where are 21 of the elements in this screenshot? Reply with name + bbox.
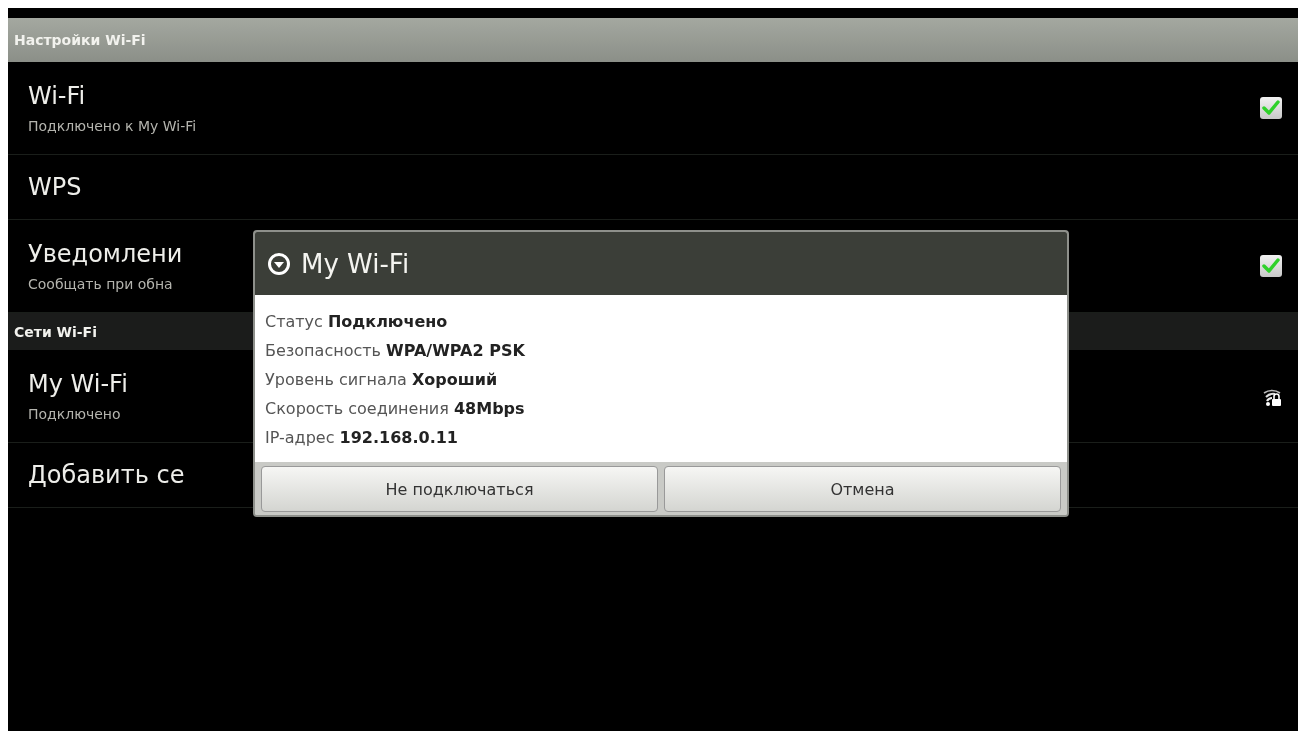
setting-title: Wi-Fi [28, 82, 87, 110]
section-title: Настройки Wi-Fi [14, 32, 146, 48]
setting-title: Добавить се [28, 461, 185, 489]
detail-line: Уровень сигнала Хороший [265, 369, 499, 390]
dialog-button[interactable]: Не подключаться [261, 466, 658, 512]
detail-line: Статус Подключено [265, 311, 449, 332]
checkbox[interactable] [1260, 255, 1282, 277]
checkbox[interactable] [1260, 97, 1282, 119]
detail-line: IP-адрес 192.168.0.11 [265, 427, 459, 448]
detail-line: Скорость соединения 48Mbps [265, 398, 526, 419]
dialog-title: My Wi-Fi [301, 248, 410, 279]
section-title: Сети Wi-Fi [14, 323, 97, 340]
setting-title: Уведомлени [28, 240, 183, 268]
detail-line: Безопасность WPA/WPA2 PSK [265, 340, 526, 361]
setting-subtitle: Подключено [28, 406, 122, 422]
setting-title: WPS [28, 173, 82, 201]
setting-title: My Wi-Fi [28, 370, 128, 398]
chevron-down-icon [267, 251, 291, 276]
dialog-button[interactable]: Отмена [664, 466, 1061, 512]
setting-subtitle: Подключено к My Wi-Fi [28, 118, 197, 134]
setting-subtitle: Сообщать при обна [28, 276, 174, 292]
